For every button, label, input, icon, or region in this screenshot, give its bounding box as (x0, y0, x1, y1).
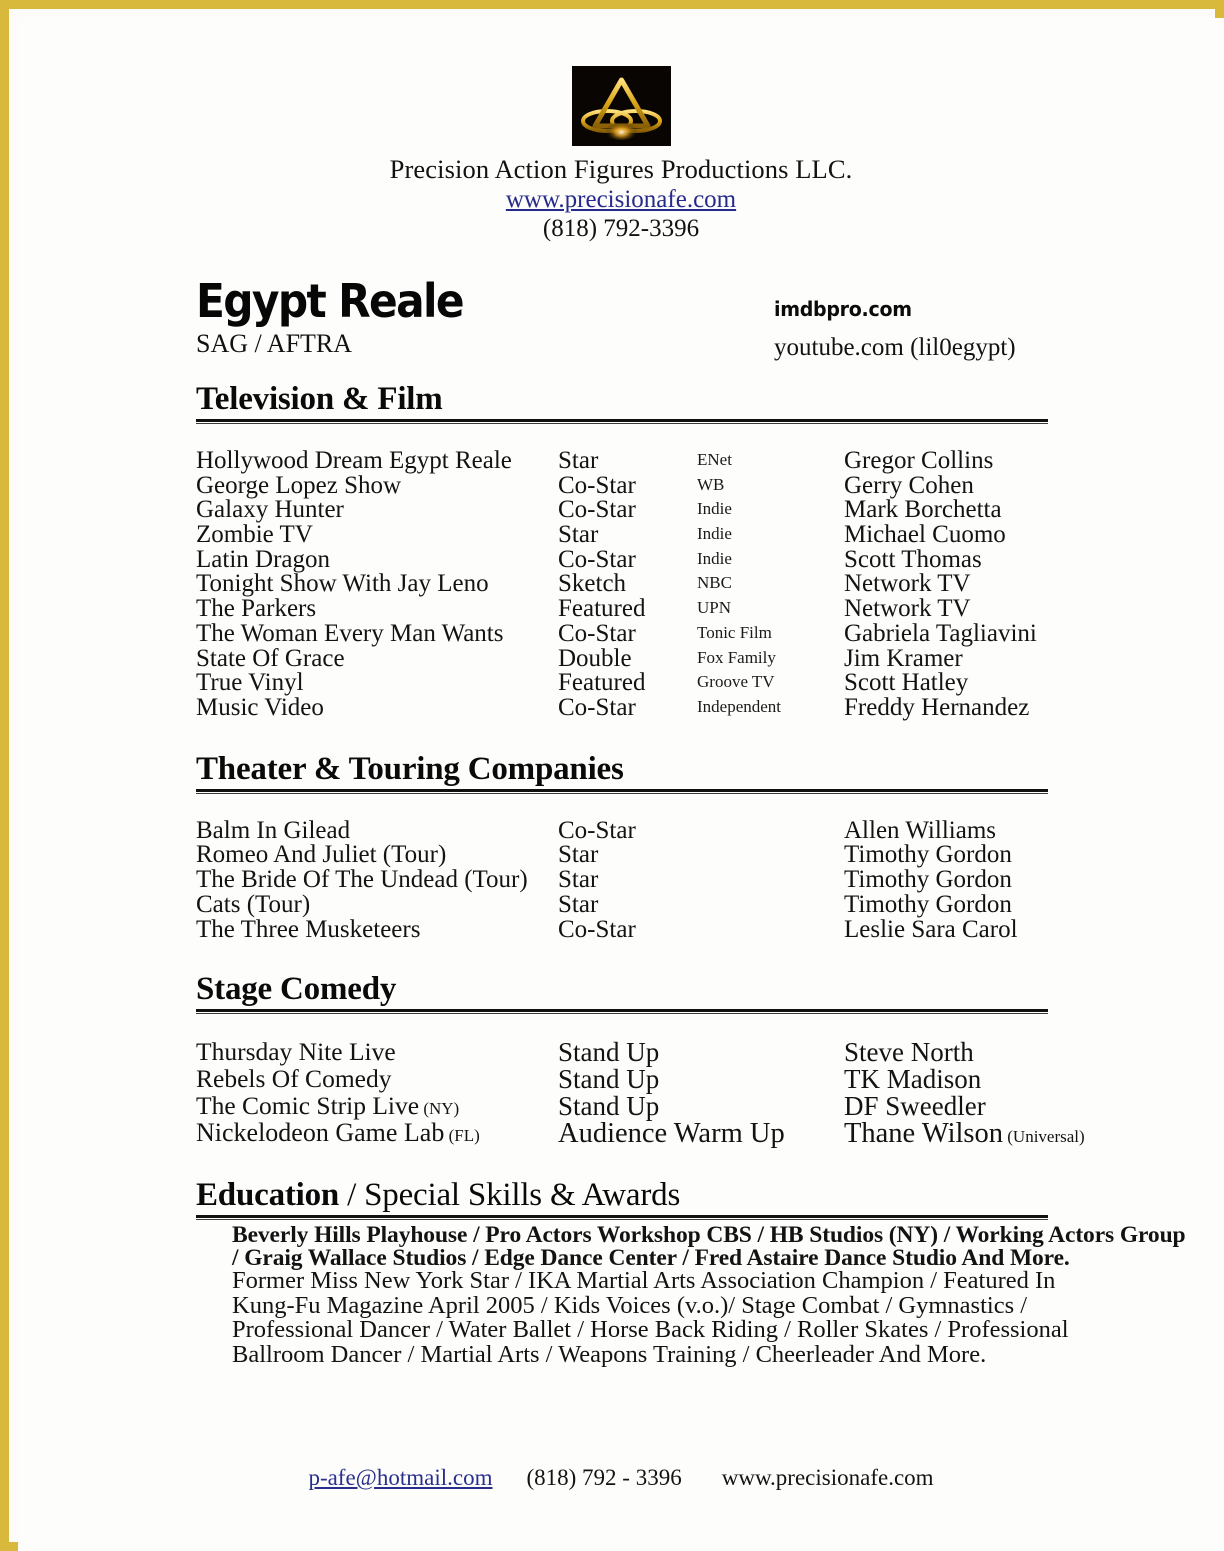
credit-title: Cats (Tour) (196, 890, 311, 918)
credit-network: ENet (697, 450, 732, 469)
contact-links: imdbpro.com youtube.com (lil0egypt) (774, 297, 1016, 362)
education-heading-light: / Special Skills & Awards (339, 1177, 681, 1214)
footer-phone: (818) 792 - 3396 (526, 1465, 682, 1490)
credit-role: Audience Warm Up (558, 1118, 785, 1150)
education-heading-bold: Education (196, 1177, 340, 1214)
credit-title: Rebels Of Comedy (196, 1063, 392, 1093)
credit-network: Tonic Film (697, 622, 772, 642)
credit-director-note: (Universal) (1003, 1127, 1085, 1147)
credit-network: Groove TV (697, 672, 775, 692)
section-theater: Theater & Touring Companies Balm In Gile… (18, 750, 1224, 943)
credit-title: The Bride Of The Undead (Tour) (196, 866, 528, 894)
credit-role: Star (558, 866, 599, 894)
credit-role: Co-Star (558, 816, 636, 844)
credit-title-note: (FL) (444, 1126, 480, 1146)
credit-title: Nickelodeon Game Lab (FL) (196, 1118, 480, 1148)
credit-row: The Parkers Featured UPN Network TV (196, 595, 1048, 622)
credit-network: Indie (697, 524, 732, 544)
credit-row: The Comic Strip Live (NY) Stand Up DF Swee… (196, 1090, 1048, 1121)
section-stage-comedy: Stage Comedy Thursday Nite Live Stand Up S… (18, 970, 1224, 1150)
credit-row: Zombie TV Star Indie Michael Cuomo (196, 521, 1048, 548)
credit-network: WB (697, 474, 725, 494)
credit-row: Cats (Tour) Star Timothy Gordon (196, 890, 1048, 918)
identity-block: Egypt Reale SAG / AFTRA imdbpro.com yout… (18, 277, 1224, 367)
credit-network: Indie (697, 548, 732, 568)
credit-title: Thursday Nite Live (196, 1036, 396, 1066)
credit-director: Timothy Gordon (844, 841, 1012, 869)
education-line: Beverly Hills Playhouse / Pro Actors Wor… (232, 1222, 1186, 1249)
section-television-film: Television & Film Hollywood Dream Egypt … (18, 381, 1224, 721)
education-line: Ballroom Dancer / Martial Arts / Weapons… (232, 1341, 987, 1369)
theater-credit-list: Balm In Gilead Co-Star Allen Williams Romeo… (196, 816, 1048, 943)
credit-director: Allen Williams (844, 816, 996, 844)
section-heading-theater: Theater & Touring Companies (196, 750, 624, 787)
credit-role: Star (558, 841, 599, 869)
credit-row: George Lopez Show Co-Star WB Gerry Cohen (196, 472, 1048, 499)
section-divider (196, 1215, 1048, 1221)
credit-role: Star (558, 890, 599, 918)
credit-title: Music Video (196, 693, 324, 721)
credit-network: UPN (697, 598, 732, 618)
comedy-credit-list: Thursday Nite Live Stand Up Steve North Reb… (196, 1036, 1085, 1150)
section-divider (196, 788, 1048, 795)
credit-network: Fox Family (697, 647, 776, 667)
credit-director: Leslie Sara Carol (844, 915, 1018, 943)
education-body: Beverly Hills Playhouse / Pro Actors Wor… (196, 1222, 1186, 1369)
education-line: / Graig Wallace Studios / Edge Dance Cen… (232, 1244, 1070, 1271)
credit-row: Hollywood Dream Egypt Reale Star ENet Grego… (196, 447, 1048, 474)
credit-network: Independent (697, 696, 782, 716)
credit-director: Freddy Hernandez (844, 693, 1030, 721)
section-education: Education / Special Skills & Awards Beve… (18, 1177, 1224, 1367)
credit-network: NBC (697, 573, 732, 593)
footer-website[interactable]: www.precisionafe.com (722, 1465, 934, 1490)
credit-title: The Comic Strip Live (NY) (196, 1090, 460, 1120)
credit-title: Balm In Gilead (196, 816, 351, 844)
credit-row: The Bride Of The Undead (Tour) Star Timoth… (196, 866, 1048, 894)
education-line: Kung-Fu Magazine April 2005 / Kids Voice… (232, 1291, 1028, 1319)
credit-row: The Woman Every Man Wants Co-Star Tonic Fi… (196, 620, 1048, 647)
document-footer: p-afe@hotmail.com (818) 792 - 3396 www.pre… (18, 1465, 1224, 1491)
credit-title: The Three Musketeers (196, 915, 421, 943)
section-heading-tv: Television & Film (196, 381, 443, 417)
company-phone: (818) 792-3396 (542, 215, 700, 242)
education-line: Professional Dancer / Water Ballet / Hor… (232, 1316, 1069, 1344)
company-website-link[interactable]: www.precisionafe.com (18, 186, 1224, 214)
company-logo-icon (571, 66, 671, 146)
credit-row: State Of Grace Double Fox Family Jim Kramer (196, 645, 1048, 672)
credit-row: Nickelodeon Game Lab (FL) Audience Warm U… (196, 1118, 1085, 1149)
tv-credit-list: Hollywood Dream Egypt Reale Star ENet Grego… (196, 447, 1048, 721)
credit-director: Thane Wilson (Universal) (844, 1118, 1085, 1150)
credit-role: Co-Star (558, 915, 636, 943)
credit-title-note: (NY) (419, 1098, 460, 1118)
credit-network: Indie (697, 499, 732, 519)
credit-role: Co-Star (558, 693, 636, 721)
credit-director: Timothy Gordon (844, 866, 1012, 894)
page-border: Precision Action Figures Productions LLC… (0, 0, 1224, 1551)
credit-row: Rebels Of Comedy Stand Up TK Madison (196, 1063, 1048, 1094)
education-line: Former Miss New York Star / IKA Martial … (232, 1267, 1056, 1295)
footer-email-link[interactable]: p-afe@hotmail.com (308, 1465, 492, 1490)
credit-row: The Three Musketeers Co-Star Leslie Sara C… (196, 915, 1048, 943)
youtube-link[interactable]: youtube.com (lil0egypt) (774, 334, 1016, 362)
actor-name: Egypt Reale (196, 274, 465, 328)
credit-title: Romeo And Juliet (Tour) (196, 841, 447, 869)
credit-director: Timothy Gordon (844, 890, 1012, 918)
section-heading-comedy: Stage Comedy (196, 970, 397, 1007)
credit-row: Thursday Nite Live Stand Up Steve North (196, 1036, 1048, 1067)
company-name: Precision Action Figures Productions LLC… (389, 154, 853, 184)
imdb-link[interactable]: imdbpro.com (774, 297, 912, 321)
credit-row: Latin Dragon Co-Star Indie Scott Thomas (196, 546, 1048, 573)
credit-row: True Vinyl Featured Groove TV Scott Hatley (196, 669, 1048, 696)
document-header: Precision Action Figures Productions LLC… (18, 18, 1224, 243)
section-heading-education: Education / Special Skills & Awards (196, 1177, 1048, 1213)
credit-row: Music Video Co-Star Independent Freddy Hern… (196, 693, 1048, 721)
credit-row: Balm In Gilead Co-Star Allen Williams (196, 816, 1048, 844)
section-divider (196, 419, 1048, 425)
credit-row: Galaxy Hunter Co-Star Indie Mark Borchetta (196, 496, 1048, 523)
union-affiliation: SAG / AFTRA (196, 329, 353, 358)
section-divider (196, 1008, 1048, 1015)
credit-row: Tonight Show With Jay Leno Sketch NBC Netwo… (196, 570, 1048, 597)
resume-page: Precision Action Figures Productions LLC… (18, 18, 1224, 1551)
credit-row: Romeo And Juliet (Tour) Star Timothy Gordo… (196, 841, 1048, 869)
